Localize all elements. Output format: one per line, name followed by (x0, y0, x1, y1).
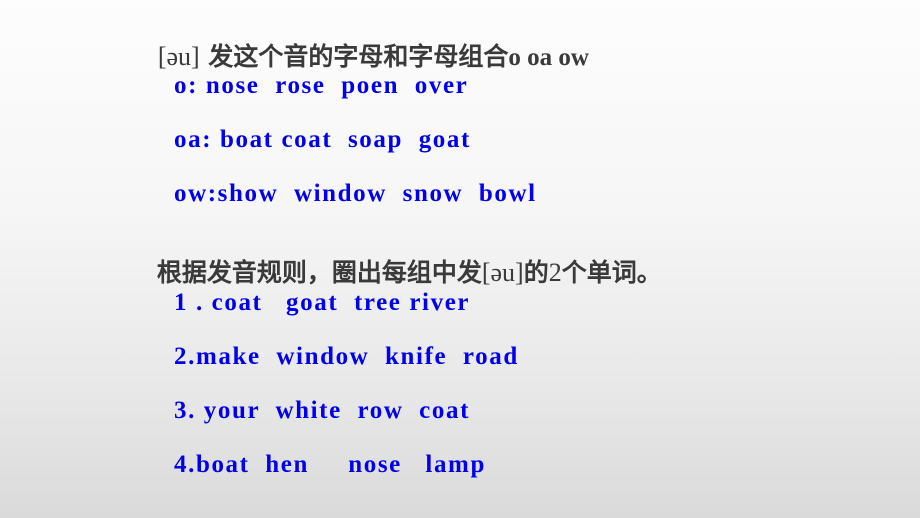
instruction-phonetic: [əu] (481, 258, 524, 287)
instruction-suffix: 个单词。 (561, 258, 662, 287)
exercise-item-2: 2.make window knife road (174, 343, 519, 370)
instruction-number: 2 (548, 258, 562, 287)
exercise-item-1: 1 . coat goat tree river (174, 289, 471, 316)
spelling-group-ow: ow:show window snow bowl (174, 180, 537, 207)
instruction-prefix: 根据发音规则，圈出每组中发 (156, 258, 482, 287)
title-text: 发这个音的字母和字母组合 (199, 42, 509, 71)
exercise-item-4: 4.boat hen nose lamp (174, 451, 486, 478)
spelling-group-o: o: nose rose poen over (174, 72, 469, 99)
title-letters: o oa ow (508, 44, 589, 71)
instruction-middle: 的 (523, 258, 549, 287)
slide: [əu] 发这个音的字母和字母组合o oa ow o: nose rose po… (0, 0, 920, 518)
title-phonetic: [əu] (157, 42, 200, 71)
spelling-group-oa: oa: boat coat soap goat (174, 126, 471, 153)
exercise-item-3: 3. your white row coat (174, 397, 470, 424)
